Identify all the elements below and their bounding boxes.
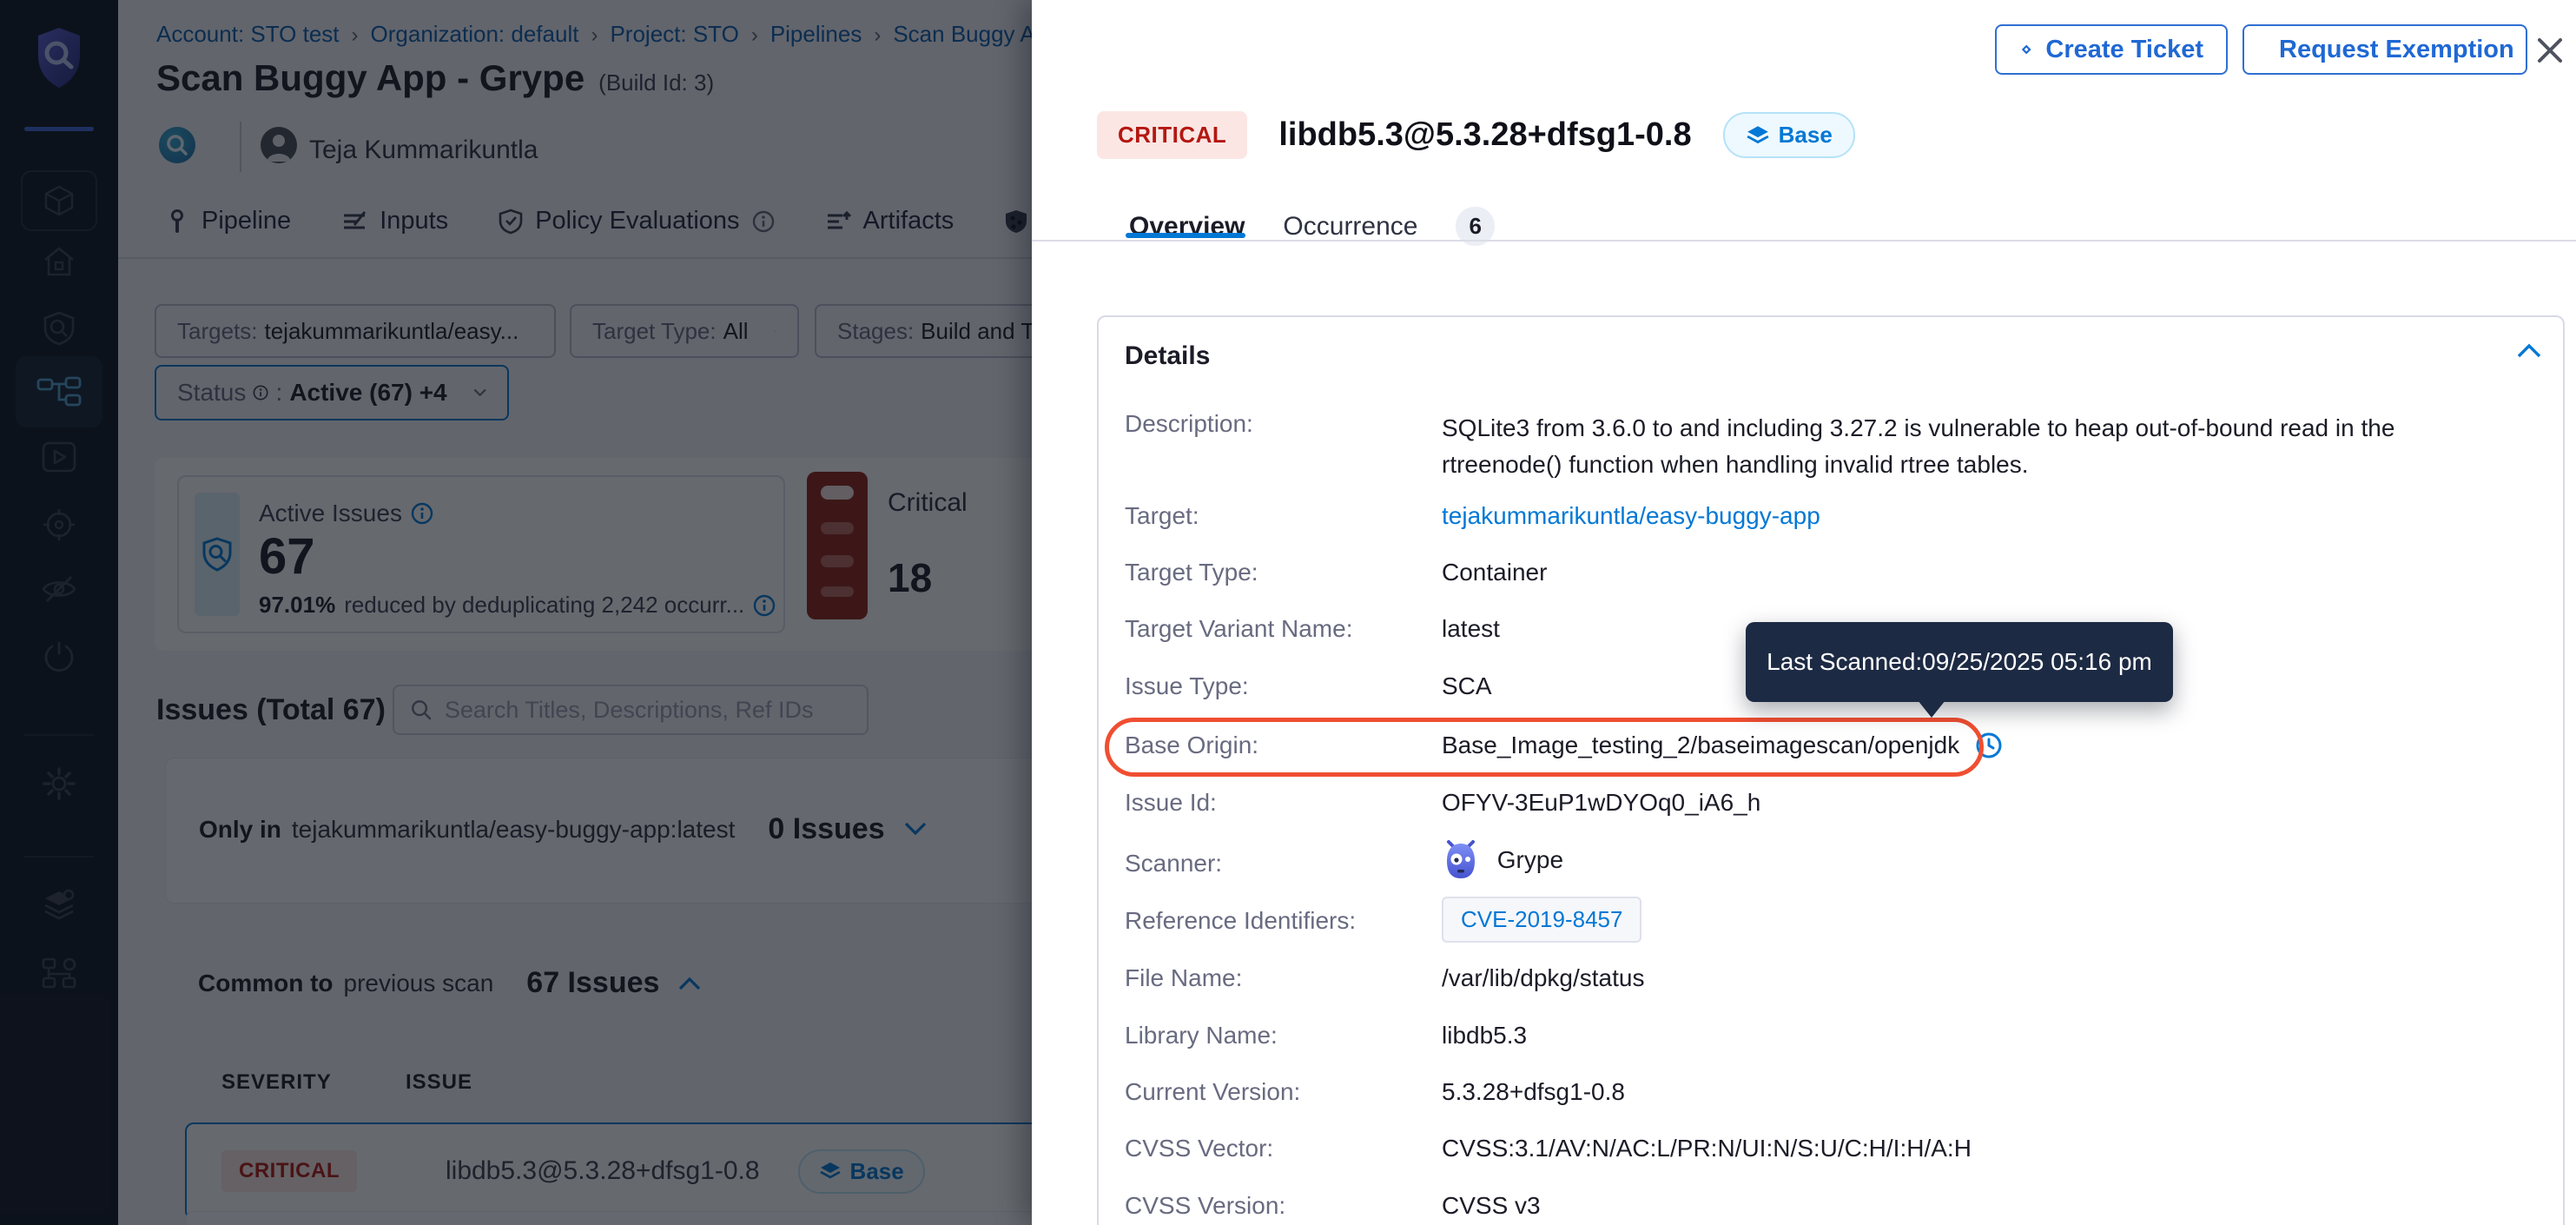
field-label: Target: [1125,502,1199,530]
field-value-cvss-vector: CVSS:3.1/AV:N/AC:L/PR:N/UI:N/S:U/C:H/I:H… [1442,1135,1972,1162]
last-scanned-tooltip: Last Scanned:09/25/2025 05:16 pm [1746,622,2173,702]
field-label: Reference Identifiers: [1125,907,1356,935]
field-value-description: SQLite3 from 3.6.0 to and including 3.27… [1442,410,2423,483]
field-label: Base Origin: [1125,732,1258,759]
field-value-variant: latest [1442,615,1500,643]
field-value-base-origin: Base_Image_testing_2/baseimagescan/openj… [1442,732,2003,759]
details-card: Details Description: SQLite3 from 3.6.0 … [1097,315,2565,1225]
base-tag: Base [1723,112,1855,158]
field-label: File Name: [1125,964,1242,992]
close-icon[interactable] [2533,33,2567,68]
severity-badge: CRITICAL [1097,111,1247,159]
active-tab-underline [1126,233,1245,238]
issue-details-panel: Create Ticket Request Exemption CRITICAL… [1032,0,2576,1225]
field-value-cvss-version: CVSS v3 [1442,1192,1541,1220]
field-label: Library Name: [1125,1022,1278,1050]
field-label: Target Variant Name: [1125,615,1353,643]
field-value-library: libdb5.3 [1442,1022,1527,1050]
field-label: Description: [1125,410,1253,438]
field-value-scanner: Grype [1442,837,1563,882]
field-value-target-link[interactable]: tejakummarikuntla/easy-buggy-app [1442,502,1820,530]
field-value-version: 5.3.28+dfsg1-0.8 [1442,1078,1625,1106]
field-value-issue-type: SCA [1442,672,1492,700]
request-exemption-button[interactable]: Request Exemption [2242,24,2527,75]
create-ticket-button[interactable]: Create Ticket [1995,24,2228,75]
collapse-chevron-icon[interactable] [2516,343,2542,359]
cve-link[interactable]: CVE-2019-8457 [1442,897,1641,943]
field-label: Issue Id: [1125,789,1217,817]
field-value-reference: CVE-2019-8457 [1442,897,1641,943]
issue-title: libdb5.3@5.3.28+dfsg1-0.8 [1278,116,1691,154]
field-label: Scanner: [1125,850,1222,877]
field-value-issue-id: OFYV-3EuP1wDYOq0_iA6_h [1442,789,1760,817]
tab-occurrence[interactable]: Occurrence [1283,212,1417,242]
field-label: Issue Type: [1125,672,1249,700]
issue-header: CRITICAL libdb5.3@5.3.28+dfsg1-0.8 Base [1097,111,1855,159]
field-value-file-name: /var/lib/dpkg/status [1442,964,1644,992]
field-label: CVSS Version: [1125,1192,1285,1220]
field-label: Current Version: [1125,1078,1300,1106]
modal-scrim[interactable] [0,0,1032,1225]
field-label: CVSS Vector: [1125,1135,1273,1162]
field-value-target-type: Container [1442,559,1547,586]
field-label: Target Type: [1125,559,1258,586]
tooltip-caret [1918,700,1945,718]
details-heading: Details [1125,341,1210,371]
layers-icon [1746,124,1770,147]
clock-icon[interactable] [1975,732,2003,759]
divider [1032,240,2576,242]
grype-scanner-icon [1442,837,1480,882]
ticket-diamond-icon [2019,36,2033,63]
